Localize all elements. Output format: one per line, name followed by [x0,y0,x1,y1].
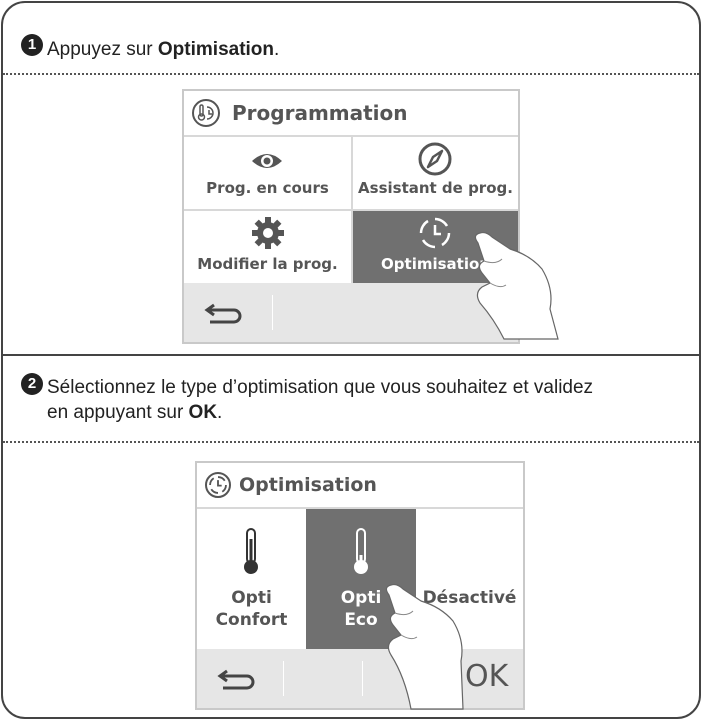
ok-button[interactable]: OK [465,659,508,694]
tile-label: Assistant de prog. [358,179,513,197]
gear-icon [252,217,284,249]
step-2-number: 2 [21,373,43,395]
dotted-divider [3,73,699,75]
footer-divider [283,661,284,696]
tile-label: Modifier la prog. [197,255,338,273]
option-opti-confort[interactable]: Opti Confort [197,509,306,649]
pointing-hand-icon [385,583,464,710]
screen-footer: OK [197,649,523,708]
eye-icon [252,154,282,168]
screen-title: Optimisation [239,474,377,496]
tile-assistant-de-prog[interactable]: Assistant de prog. [353,137,518,211]
back-arrow-icon[interactable] [204,301,246,327]
step-1-number: 1 [21,34,43,56]
screen-title-bar: Programmation [184,91,518,137]
screen-footer [184,283,518,342]
thermometer-full-icon [244,528,258,574]
tile-modifier-la-prog[interactable]: Modifier la prog. [184,211,353,283]
tile-prog-en-cours[interactable]: Prog. en cours [184,137,353,211]
dotted-divider [3,441,699,443]
optimisation-clock-icon [205,472,231,498]
programmation-screen: Programmation Prog. en cours Assistant d… [182,89,559,344]
tile-label: Prog. en cours [206,179,329,197]
optimisation-screen: Optimisation Opti Confort Opti Eco Désacti… [195,461,525,710]
optimisation-clock-icon [419,217,451,249]
footer-divider [362,661,363,696]
back-arrow-icon[interactable] [217,667,259,693]
thermometer-low-icon [354,528,368,574]
option-label: Opti Confort [215,588,288,630]
compass-icon [418,142,452,176]
screen-title: Programmation [232,101,408,125]
step-separator [3,354,699,356]
screen-title-bar: Optimisation [197,463,523,509]
pointing-hand-icon [474,231,559,340]
program-clock-icon [192,99,220,127]
instruction-frame: 1 Appuyez sur Optimisation. Programmatio… [1,1,701,719]
footer-divider [272,295,273,330]
